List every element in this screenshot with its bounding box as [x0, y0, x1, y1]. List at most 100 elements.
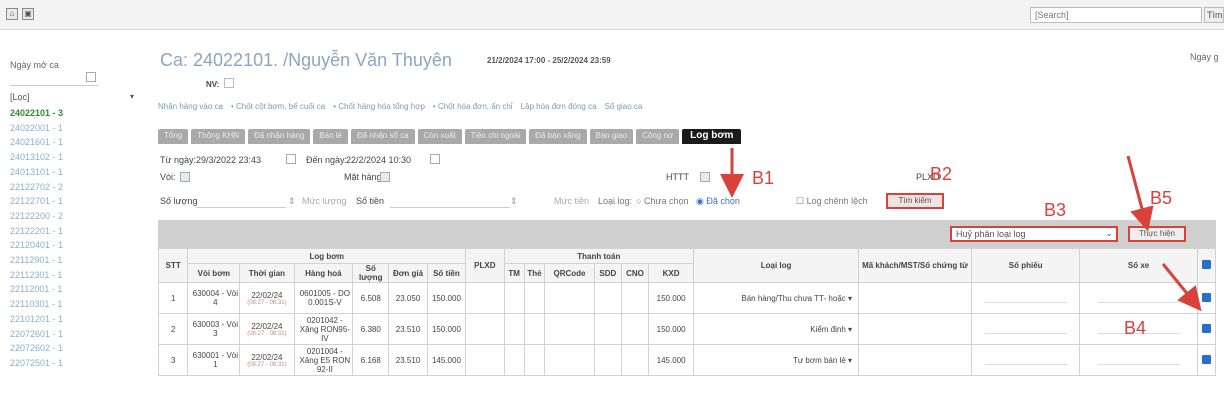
radio-da-chon[interactable]: ◉ Đã chọn	[696, 196, 740, 207]
tab-item[interactable]: Thông KHN	[191, 129, 246, 144]
home-icon[interactable]: ⌂	[6, 8, 18, 20]
shift-item[interactable]: 24013101 - 1	[10, 165, 63, 180]
col-don-gia: Đơn giá	[388, 263, 428, 283]
from-date-input[interactable]: 29/3/2022 23:43	[196, 155, 261, 165]
action-create-invoice[interactable]: Lập hóa đơn đóng ca	[521, 102, 597, 111]
search-button[interactable]: Tìm ki	[1204, 7, 1224, 23]
row-checkbox[interactable]	[1196, 313, 1217, 345]
shift-item[interactable]: 22122701 - 1	[10, 194, 63, 209]
voi-select[interactable]	[180, 172, 190, 182]
tab-log-bom[interactable]: Log bơm	[682, 129, 742, 144]
amount-level[interactable]: Mức tiền	[554, 196, 589, 206]
cell-so-phieu[interactable]	[970, 313, 1081, 345]
tab-item[interactable]: Công nợ	[636, 129, 680, 144]
so-phieu-input[interactable]	[984, 291, 1067, 303]
cell-so-phieu[interactable]	[970, 344, 1081, 376]
calendar-icon[interactable]	[86, 72, 96, 82]
group-thanh-toan: Thanh toán	[503, 248, 695, 264]
checkbox-chenh-lech[interactable]: ☐ Log chênh lệch	[796, 196, 868, 207]
shift-item[interactable]: 22122200 - 2	[10, 209, 63, 224]
shift-item[interactable]: 22112001 - 1	[10, 282, 63, 297]
so-xe-input[interactable]	[1097, 353, 1180, 365]
cell-loai-log-select[interactable]: Kiểm định ▾	[693, 313, 860, 345]
window-icon[interactable]: ▣	[22, 8, 34, 20]
amount-input[interactable]	[390, 196, 510, 208]
tab-item[interactable]: Bàn giao	[589, 129, 634, 144]
calendar-icon[interactable]	[286, 154, 296, 164]
col-loai-log: Loại log	[693, 248, 860, 283]
quantity-level[interactable]: Mức lượng	[302, 196, 346, 206]
so-phieu-input[interactable]	[984, 322, 1067, 334]
tab-item[interactable]: Đã bán xăng	[529, 129, 587, 144]
search-find-button[interactable]: Tìm kiếm	[886, 193, 944, 209]
open-date-input[interactable]	[10, 72, 98, 86]
shift-item[interactable]: 22101201 - 1	[10, 312, 63, 327]
action-receive-goods[interactable]: Nhận hàng vào ca	[158, 102, 223, 111]
to-date-input[interactable]: 22/2/2024 10:30	[346, 155, 411, 165]
quantity-input[interactable]	[196, 196, 286, 208]
cell-ma-khach[interactable]	[858, 282, 972, 314]
row-checkbox[interactable]	[1196, 282, 1217, 314]
cell-voi: 630004 - Vòi 4	[187, 282, 241, 314]
bulk-action-select[interactable]: Huỷ phân loại log ⌄	[950, 226, 1118, 242]
tab-item[interactable]: Tổng	[158, 129, 189, 144]
cell-ma-khach[interactable]	[858, 313, 972, 345]
amount-stepper[interactable]: ⇕	[510, 196, 518, 207]
cell-plxd	[465, 282, 505, 314]
filter-select[interactable]: [Lọc] ▾	[10, 92, 136, 106]
shift-item[interactable]: 24021601 - 1	[10, 135, 63, 150]
shift-item[interactable]: 22112901 - 1	[10, 253, 63, 268]
action-shift-book[interactable]: Sổ giao ca	[605, 102, 643, 111]
cell-so-tien: 150.000	[426, 313, 467, 345]
tab-item[interactable]: Đã nhận hàng	[248, 129, 311, 144]
so-xe-input[interactable]	[1097, 291, 1180, 303]
cell-so-phieu[interactable]	[970, 282, 1081, 314]
httt-select[interactable]	[700, 172, 710, 182]
execute-button[interactable]: Thực hiện	[1128, 226, 1186, 242]
cell-plxd	[465, 344, 505, 376]
cell-plxd	[465, 313, 505, 345]
cell-so-xe[interactable]	[1079, 344, 1198, 376]
shift-item[interactable]: 22120401 - 1	[10, 238, 63, 253]
action-close-pump[interactable]: • Chốt cột bơm, bể cuối ca	[231, 102, 325, 111]
cell-ma-khach[interactable]	[858, 344, 972, 376]
mathang-select[interactable]	[380, 172, 390, 182]
log-type-label: Loại log:	[598, 196, 633, 206]
cell-loai-log-select[interactable]: Bán hàng/Thu chưa TT- hoặc ▾	[693, 282, 860, 314]
shift-item[interactable]: 24022101 - 3	[10, 106, 63, 121]
cell-hang-hoa: 0201042 - Xăng RON95-IV	[293, 313, 354, 345]
nv-picker[interactable]	[224, 78, 234, 88]
tab-item[interactable]: Bán lẻ	[313, 129, 348, 144]
cell-so-xe[interactable]	[1079, 282, 1198, 314]
cell-thoi-gian: 22/02/24 (08:27 - 08:31)	[239, 313, 295, 345]
cell-loai-log-select[interactable]: Tự bơm bán lẻ ▾	[693, 344, 860, 376]
search-input[interactable]: [Search]	[1030, 7, 1202, 23]
shift-item[interactable]: 22122201 - 1	[10, 224, 63, 239]
shift-item[interactable]: 22122702 - 2	[10, 180, 63, 195]
action-close-goods[interactable]: • Chốt hàng hóa tổng hợp	[333, 102, 425, 111]
shift-item[interactable]: 22072602 - 1	[10, 341, 63, 356]
action-close-invoice[interactable]: • Chốt hóa đơn, ấn chỉ	[433, 102, 513, 111]
shift-item[interactable]: 22072601 - 1	[10, 327, 63, 342]
col-the: Thẻ	[523, 263, 546, 283]
tab-item[interactable]: Còn xuất	[417, 129, 462, 144]
tab-item[interactable]: Tiền chi ngoài	[464, 129, 527, 144]
row-checkbox[interactable]	[1196, 344, 1217, 376]
radio-chua-chon[interactable]: ○ Chưa chọn	[636, 196, 689, 206]
bulk-action-value: Huỷ phân loại log	[956, 229, 1026, 239]
tab-item[interactable]: Đã nhận sổ ca	[350, 129, 415, 144]
col-plxd: PLXD	[465, 248, 505, 283]
shift-item[interactable]: 22112301 - 1	[10, 268, 63, 283]
shift-item[interactable]: 24013102 - 1	[10, 150, 63, 165]
quantity-stepper[interactable]: ⇕	[288, 196, 296, 207]
select-all-checkbox[interactable]	[1196, 248, 1217, 283]
col-sdd: SDD	[593, 263, 622, 283]
col-qrcode: QRCode	[544, 263, 595, 283]
shift-item[interactable]: 22110301 - 1	[10, 297, 63, 312]
shift-item[interactable]: 24022001 - 1	[10, 121, 63, 136]
calendar-icon[interactable]	[430, 154, 440, 164]
from-date-label: Từ ngày:	[160, 155, 197, 165]
so-phieu-input[interactable]	[984, 353, 1067, 365]
chevron-down-icon: ▾	[129, 92, 134, 101]
shift-item[interactable]: 22072501 - 1	[10, 356, 63, 371]
